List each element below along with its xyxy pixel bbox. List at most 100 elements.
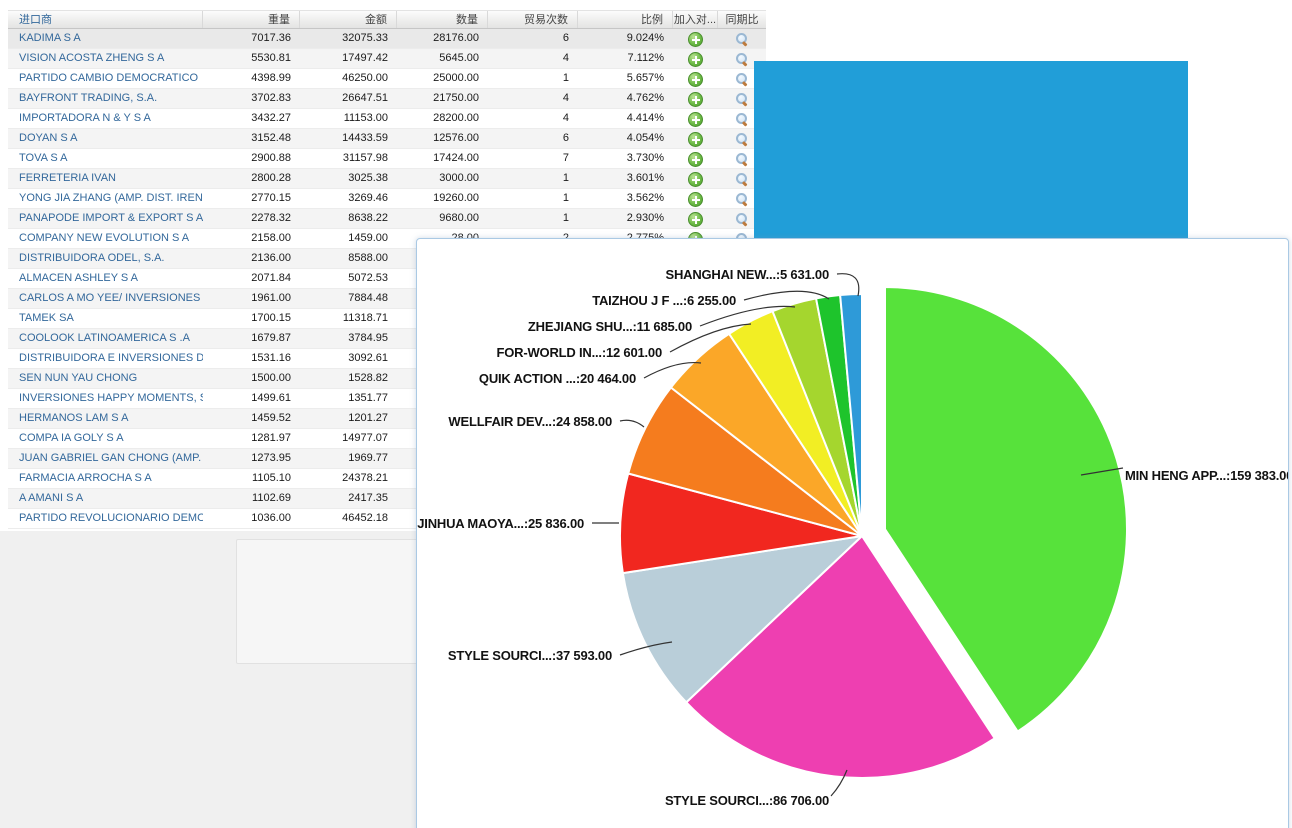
column-header-add-to-compare[interactable]: 加入对... bbox=[673, 11, 718, 28]
table-row[interactable]: DOYAN S A3152.4814433.5912576.0064.054% bbox=[8, 129, 766, 149]
amount-value: 1351.77 bbox=[300, 389, 397, 408]
table-row[interactable]: YONG JIA ZHANG (AMP. DIST. IRENE, S...27… bbox=[8, 189, 766, 209]
importer-name: KADIMA S A bbox=[8, 29, 203, 48]
table-row[interactable]: FERRETERIA IVAN2800.283025.383000.0013.6… bbox=[8, 169, 766, 189]
weight-value: 1961.00 bbox=[203, 289, 300, 308]
table-row[interactable]: TOVA S A2900.8831157.9817424.0073.730% bbox=[8, 149, 766, 169]
ratio-value: 4.762% bbox=[578, 89, 673, 108]
pie-slice-label: QUIK ACTION ...:20 464.00 bbox=[479, 371, 636, 386]
importer-name: VISION ACOSTA ZHENG S A bbox=[8, 49, 203, 68]
weight-value: 2770.15 bbox=[203, 189, 300, 208]
importers-pie-chart: MIN HENG APP...:159 383.00 STYLE SOURCI..… bbox=[417, 239, 1288, 828]
weight-value: 1700.15 bbox=[203, 309, 300, 328]
trade-count-value: 6 bbox=[488, 129, 578, 148]
pie-slice-label: TAIZHOU J F ...:6 255.00 bbox=[592, 293, 736, 308]
importer-name: HERMANOS LAM S A bbox=[8, 409, 203, 428]
amount-value: 3784.95 bbox=[300, 329, 397, 348]
add-to-compare-icon[interactable] bbox=[688, 72, 703, 87]
importer-name: DISTRIBUIDORA E INVERSIONES D R K ... bbox=[8, 349, 203, 368]
table-row[interactable]: IMPORTADORA N & Y S A3432.2711153.002820… bbox=[8, 109, 766, 129]
importer-name: INVERSIONES HAPPY MOMENTS, SA bbox=[8, 389, 203, 408]
amount-value: 3092.61 bbox=[300, 349, 397, 368]
pie-slice-label: ZHEJIANG SHU...:11 685.00 bbox=[528, 319, 692, 334]
amount-value: 7884.48 bbox=[300, 289, 397, 308]
add-cell bbox=[673, 129, 718, 148]
amount-value: 31157.98 bbox=[300, 149, 397, 168]
magnifier-icon[interactable] bbox=[735, 152, 749, 166]
background-chart-blue-area bbox=[754, 61, 1188, 240]
amount-value: 14977.07 bbox=[300, 429, 397, 448]
column-header-quantity[interactable]: 数量 bbox=[397, 11, 488, 28]
add-to-compare-icon[interactable] bbox=[688, 152, 703, 167]
add-to-compare-icon[interactable] bbox=[688, 32, 703, 47]
importer-name: PARTIDO CAMBIO DEMOCRATICO bbox=[8, 69, 203, 88]
add-to-compare-icon[interactable] bbox=[688, 132, 703, 147]
add-cell bbox=[673, 149, 718, 168]
add-cell bbox=[673, 69, 718, 88]
importer-name: A AMANI S A bbox=[8, 489, 203, 508]
table-row[interactable]: PANAPODE IMPORT & EXPORT S A2278.328638.… bbox=[8, 209, 766, 229]
amount-value: 46452.18 bbox=[300, 509, 397, 528]
amount-value: 3269.46 bbox=[300, 189, 397, 208]
amount-value: 1528.82 bbox=[300, 369, 397, 388]
add-to-compare-icon[interactable] bbox=[688, 92, 703, 107]
add-cell bbox=[673, 29, 718, 48]
weight-value: 1500.00 bbox=[203, 369, 300, 388]
magnifier-icon[interactable] bbox=[735, 212, 749, 226]
add-to-compare-icon[interactable] bbox=[688, 112, 703, 127]
weight-value: 1459.52 bbox=[203, 409, 300, 428]
ratio-value: 3.562% bbox=[578, 189, 673, 208]
add-to-compare-icon[interactable] bbox=[688, 172, 703, 187]
table-row[interactable]: PARTIDO CAMBIO DEMOCRATICO4398.9946250.0… bbox=[8, 69, 766, 89]
magnifier-icon[interactable] bbox=[735, 92, 749, 106]
amount-value: 3025.38 bbox=[300, 169, 397, 188]
weight-value: 7017.36 bbox=[203, 29, 300, 48]
ratio-value: 7.112% bbox=[578, 49, 673, 68]
magnifier-icon[interactable] bbox=[735, 52, 749, 66]
trade-count-value: 7 bbox=[488, 149, 578, 168]
amount-value: 1969.77 bbox=[300, 449, 397, 468]
amount-value: 17497.42 bbox=[300, 49, 397, 68]
pie-slice-label: MIN HENG APP...:159 383.00 bbox=[1125, 468, 1288, 483]
add-to-compare-icon[interactable] bbox=[688, 212, 703, 227]
trade-count-value: 1 bbox=[488, 189, 578, 208]
table-row[interactable]: KADIMA S A7017.3632075.3328176.0069.024% bbox=[8, 29, 766, 49]
ratio-value: 5.657% bbox=[578, 69, 673, 88]
column-header-importer[interactable]: 进口商 bbox=[8, 11, 203, 28]
importer-name: PANAPODE IMPORT & EXPORT S A bbox=[8, 209, 203, 228]
magnifier-icon[interactable] bbox=[735, 112, 749, 126]
weight-value: 2278.32 bbox=[203, 209, 300, 228]
add-cell bbox=[673, 89, 718, 108]
importer-name: COMPANY NEW EVOLUTION S A bbox=[8, 229, 203, 248]
yoy-cell bbox=[718, 29, 766, 48]
magnifier-icon[interactable] bbox=[735, 132, 749, 146]
amount-value: 8588.00 bbox=[300, 249, 397, 268]
add-to-compare-icon[interactable] bbox=[688, 52, 703, 67]
weight-value: 1105.10 bbox=[203, 469, 300, 488]
ratio-value: 4.414% bbox=[578, 109, 673, 128]
magnifier-icon[interactable] bbox=[735, 172, 749, 186]
column-header-yoy[interactable]: 同期比 bbox=[718, 11, 766, 28]
weight-value: 2071.84 bbox=[203, 269, 300, 288]
table-row[interactable]: VISION ACOSTA ZHENG S A5530.8117497.4256… bbox=[8, 49, 766, 69]
weight-value: 2158.00 bbox=[203, 229, 300, 248]
add-cell bbox=[673, 49, 718, 68]
quantity-value: 21750.00 bbox=[397, 89, 488, 108]
amount-value: 11153.00 bbox=[300, 109, 397, 128]
add-to-compare-icon[interactable] bbox=[688, 192, 703, 207]
pie-slice-label: STYLE SOURCI...:37 593.00 bbox=[448, 648, 612, 663]
importer-name: TAMEK SA bbox=[8, 309, 203, 328]
column-header-weight[interactable]: 重量 bbox=[203, 11, 300, 28]
column-header-trade-count[interactable]: 贸易次数 bbox=[488, 11, 578, 28]
magnifier-icon[interactable] bbox=[735, 72, 749, 86]
column-header-ratio[interactable]: 比例 bbox=[578, 11, 673, 28]
trade-count-value: 1 bbox=[488, 209, 578, 228]
quantity-value: 12576.00 bbox=[397, 129, 488, 148]
magnifier-icon[interactable] bbox=[735, 32, 749, 46]
magnifier-icon[interactable] bbox=[735, 192, 749, 206]
table-row[interactable]: BAYFRONT TRADING, S.A.3702.8326647.51217… bbox=[8, 89, 766, 109]
weight-value: 2900.88 bbox=[203, 149, 300, 168]
importer-name: PARTIDO REVOLUCIONARIO DEMOCRAT... bbox=[8, 509, 203, 528]
column-header-amount[interactable]: 金额 bbox=[300, 11, 397, 28]
weight-value: 1499.61 bbox=[203, 389, 300, 408]
